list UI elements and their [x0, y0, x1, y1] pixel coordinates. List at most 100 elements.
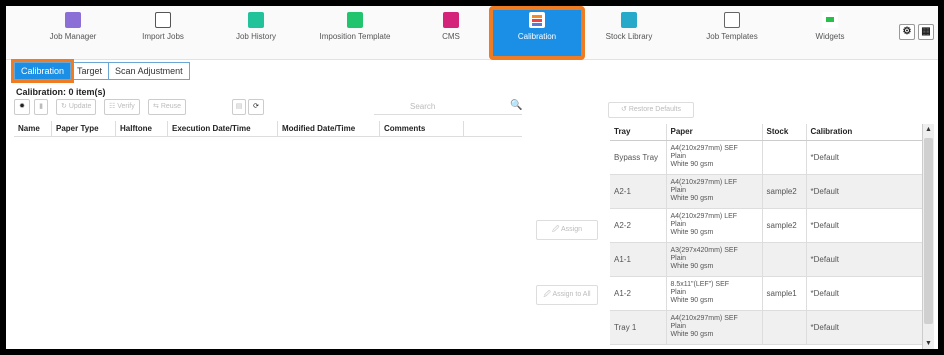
update-button[interactable]: ↻ Update [56, 99, 97, 115]
paper-cell: A4(210x297mm) LEF Plain White 90 gsm [666, 208, 763, 243]
paper-size: A3(297x420mm) SEF [670, 247, 738, 254]
column-header[interactable]: Calibration [806, 124, 934, 141]
stock-cell [762, 310, 807, 345]
paper-weight: White 90 gsm [670, 297, 714, 304]
nav-label: Imposition Template [319, 32, 391, 41]
assign-to-all-button[interactable]: 🖉 Assign to All [536, 285, 598, 305]
table-row[interactable]: Tray 1 A4(210x297mm) SEF Plain White 90 gs… [610, 310, 934, 345]
column-header[interactable]: Name [14, 121, 52, 137]
cms-icon [443, 12, 459, 28]
table-row[interactable]: A2-1 A4(210x297mm) LEF Plain White 90 gsm … [610, 174, 934, 209]
tray-cell: A2-1 [610, 174, 667, 209]
refresh-button[interactable]: ⟳ [248, 99, 264, 115]
verify-button[interactable]: ☷ Verify [104, 99, 140, 115]
paper-type: Plain [670, 323, 687, 330]
nav-label: Import Jobs [142, 32, 184, 41]
nav-job-history[interactable]: Job History [211, 8, 301, 58]
paper-size: A4(210x297mm) SEF [670, 145, 738, 152]
restore-label: Restore Defaults [628, 106, 681, 113]
tray-cell: A2-2 [610, 208, 667, 243]
tray-cell: Tray 1 [610, 310, 667, 345]
new-calibration-button[interactable]: ✹ [14, 99, 30, 115]
nav-calibration[interactable]: Calibration [489, 6, 585, 60]
imposition-template-icon [347, 12, 363, 28]
paper-size: A4(210x297mm) LEF [670, 213, 738, 220]
restore-defaults-button[interactable]: ↺ Restore Defaults [608, 102, 694, 118]
paper-cell: A4(210x297mm) SEF Plain White 90 gsm [666, 140, 763, 175]
nav-widgets[interactable]: Widgets [785, 8, 875, 58]
column-header[interactable]: Paper Type [52, 121, 116, 137]
tab-target[interactable]: Target [70, 62, 110, 80]
reuse-button[interactable]: ⇆ Reuse [148, 99, 187, 115]
nav-cms[interactable]: CMS [406, 8, 496, 58]
stock-cell: sample2 [762, 174, 807, 209]
grid-icon: ▦ [921, 26, 931, 37]
paper-type: Plain [670, 255, 687, 262]
settings-gear-button[interactable]: ⚙ [899, 24, 915, 40]
paper-weight: White 90 gsm [670, 195, 714, 202]
stock-library-icon [621, 12, 637, 28]
grid-menu-button[interactable]: ▦ [918, 24, 934, 40]
column-header[interactable]: Halftone [116, 121, 168, 137]
table-row[interactable]: Bypass Tray A4(210x297mm) SEF Plain White … [610, 140, 934, 175]
nav-import-jobs[interactable]: Import Jobs [118, 8, 208, 58]
search-input[interactable] [374, 99, 522, 115]
job-history-icon [248, 12, 264, 28]
nav-imposition-template[interactable]: Imposition Template [303, 8, 407, 58]
calibration-cell: *Default [806, 174, 934, 209]
nav-label: Calibration [517, 32, 557, 41]
restore-icon: ↺ [621, 106, 629, 113]
paper-size: A4(210x297mm) SEF [670, 315, 738, 322]
table-header: Tray Paper Stock Calibration [610, 124, 934, 141]
tab-calibration[interactable]: Calibration [10, 59, 75, 83]
assign-button[interactable]: 🖉 Assign [536, 220, 598, 240]
paper-size: 8.5x11"(LEF") SEF [670, 281, 730, 288]
calibration-cell: *Default [806, 242, 934, 277]
assign-label: Assign [561, 226, 583, 233]
nav-label: Job Manager [49, 32, 97, 41]
delete-button[interactable]: ▮ [34, 99, 48, 115]
table-row[interactable]: A1-1 A3(297x420mm) SEF Plain White 90 gsm … [610, 242, 934, 277]
paper-type: Plain [670, 153, 687, 160]
gear-icon: ✹ [19, 103, 25, 110]
scroll-up-icon[interactable]: ▲ [925, 126, 932, 133]
widgets-icon [822, 12, 838, 28]
paper-weight: White 90 gsm [670, 229, 714, 236]
paper-weight: White 90 gsm [670, 331, 714, 338]
tab-scan-adjustment[interactable]: Scan Adjustment [108, 62, 190, 80]
column-header[interactable]: Comments [380, 121, 464, 137]
paper-cell: 8.5x11"(LEF") SEF Plain White 90 gsm [666, 276, 763, 311]
nav-stock-library[interactable]: Stock Library [584, 8, 674, 58]
search-icon[interactable]: 🔍 [510, 100, 522, 111]
tray-table: Tray Paper Stock Calibration Bypass Tray… [610, 124, 934, 349]
reuse-icon: ⇆ [153, 103, 161, 110]
table-row[interactable]: A2-2 A4(210x297mm) LEF Plain White 90 gsm … [610, 208, 934, 243]
nav-label: CMS [442, 32, 460, 41]
nav-job-manager[interactable]: Job Manager [28, 8, 118, 58]
assign-icon: 🖉 [551, 226, 561, 233]
vertical-scrollbar[interactable]: ▲ ▼ [922, 124, 934, 349]
column-header[interactable]: Tray [610, 124, 667, 141]
column-header[interactable]: Stock [762, 124, 807, 141]
tray-cell: Bypass Tray [610, 140, 667, 175]
job-templates-icon [724, 12, 740, 28]
column-header[interactable]: Execution Date/Time [168, 121, 278, 137]
import-jobs-icon [155, 12, 171, 28]
nav-label: Job Templates [706, 32, 758, 41]
stock-cell: sample1 [762, 276, 807, 311]
scrollbar-thumb[interactable] [924, 138, 933, 324]
calibration-cell: *Default [806, 208, 934, 243]
stock-cell [762, 140, 807, 175]
sub-tabs: Calibration Target Scan Adjustment [10, 59, 190, 83]
columns-icon: ▤ [235, 103, 243, 110]
page-title: Calibration: 0 item(s) [16, 87, 106, 97]
columns-button[interactable]: ▤ [232, 99, 246, 115]
column-header[interactable]: Modified Date/Time [278, 121, 380, 137]
job-manager-icon [65, 12, 81, 28]
nav-job-templates[interactable]: Job Templates [687, 8, 777, 58]
calibration-cell: *Default [806, 276, 934, 311]
paper-size: A4(210x297mm) LEF [670, 179, 738, 186]
scroll-down-icon[interactable]: ▼ [925, 340, 932, 347]
table-row[interactable]: A1-2 8.5x11"(LEF") SEF Plain White 90 gsm … [610, 276, 934, 311]
column-header[interactable]: Paper [666, 124, 763, 141]
